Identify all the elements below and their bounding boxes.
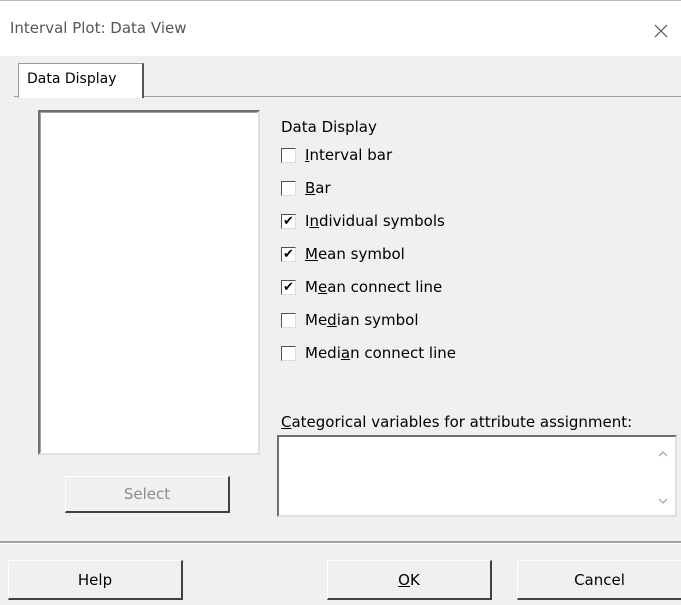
scroll-down-arrow[interactable]	[655, 493, 671, 509]
ok-mnemonic: O	[398, 570, 410, 589]
select-button[interactable]: Select	[65, 476, 230, 513]
chevron-down-icon	[658, 498, 668, 504]
option-median-connect-line[interactable]: Median connect line	[281, 343, 456, 363]
check-icon: ✔	[283, 279, 294, 295]
chevron-up-icon	[658, 450, 668, 456]
variables-listbox-inner	[40, 112, 258, 453]
option-mean-symbol[interactable]: ✔ Mean symbol	[281, 244, 405, 264]
dialog-window: Interval Plot: Data View Data Display Se…	[0, 0, 681, 605]
help-button[interactable]: Help	[8, 560, 183, 600]
cancel-button[interactable]: Cancel	[517, 560, 681, 600]
variables-listbox[interactable]	[38, 110, 260, 455]
check-icon: ✔	[283, 213, 294, 229]
option-median-symbol[interactable]: Median symbol	[281, 310, 419, 330]
option-label: Mean connect line	[305, 278, 443, 296]
categorical-rest: ategorical variables for attribute assig…	[291, 413, 633, 431]
option-label: Bar	[305, 179, 331, 197]
option-bar[interactable]: Bar	[281, 178, 331, 198]
window-title: Interval Plot: Data View	[10, 19, 187, 37]
option-label: Interval bar	[305, 146, 393, 164]
option-label: Median symbol	[305, 311, 419, 329]
tab-data-display[interactable]: Data Display	[18, 63, 144, 98]
categorical-variables-input[interactable]	[277, 435, 677, 517]
option-mean-connect-line[interactable]: ✔ Mean connect line	[281, 277, 442, 297]
data-display-label: Data Display	[281, 118, 377, 136]
checkbox-individual-symbols[interactable]: ✔	[281, 213, 296, 229]
scroll-up-arrow[interactable]	[655, 445, 671, 461]
checkbox-bar[interactable]	[281, 180, 296, 196]
checkbox-median-connect-line[interactable]	[281, 345, 296, 361]
option-interval-bar[interactable]: Interval bar	[281, 145, 392, 165]
checkbox-interval-bar[interactable]	[281, 147, 296, 163]
option-label: Individual symbols	[305, 212, 445, 230]
title-bar: Interval Plot: Data View	[0, 0, 681, 56]
categorical-mnemonic: C	[281, 413, 292, 431]
footer-separator	[0, 541, 681, 544]
close-button[interactable]	[641, 11, 681, 51]
checkbox-mean-connect-line[interactable]: ✔	[281, 279, 296, 295]
checkbox-mean-symbol[interactable]: ✔	[281, 246, 296, 262]
ok-rest: K	[409, 570, 420, 589]
option-individual-symbols[interactable]: ✔ Individual symbols	[281, 211, 445, 231]
checkbox-median-symbol[interactable]	[281, 312, 296, 328]
option-label: Mean symbol	[305, 245, 405, 263]
ok-button[interactable]: OK	[327, 560, 492, 600]
categorical-variables-label: Categorical variables for attribute assi…	[281, 413, 632, 431]
option-label: Median connect line	[305, 344, 456, 362]
check-icon: ✔	[283, 246, 294, 262]
close-icon	[654, 24, 668, 38]
